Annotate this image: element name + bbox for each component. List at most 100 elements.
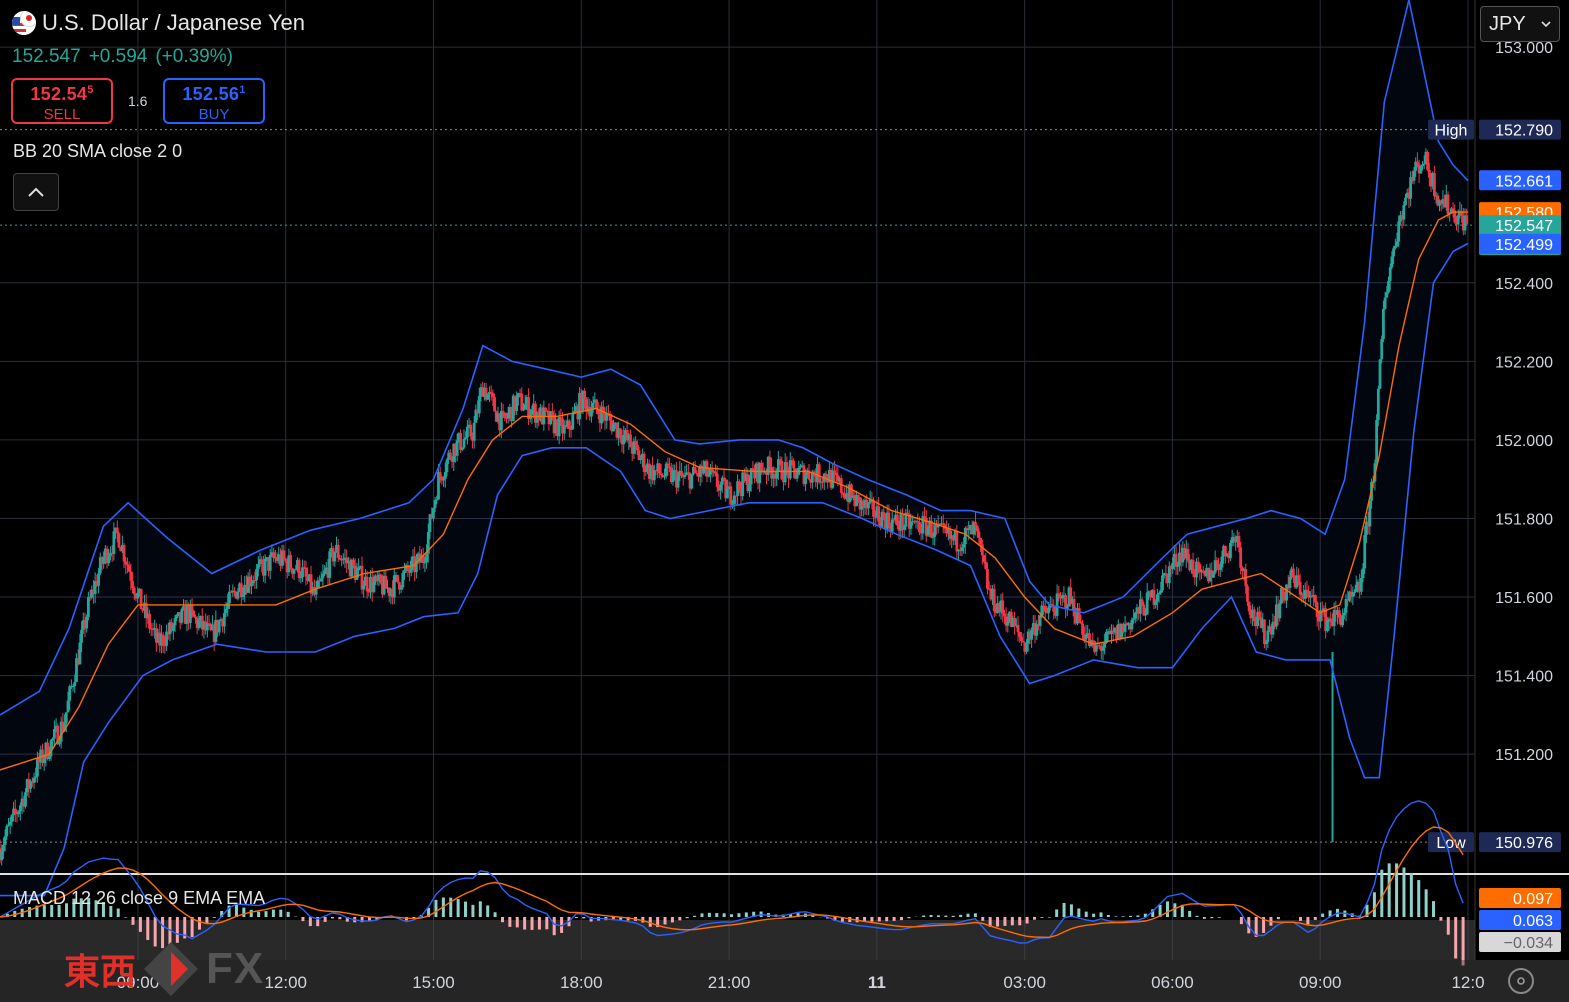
candle-body (671, 470, 675, 482)
candle-body (68, 686, 72, 701)
collapse-indicators-button[interactable] (13, 173, 59, 211)
candle-body (323, 570, 327, 574)
candle-body (1412, 170, 1416, 181)
candle-body (639, 458, 643, 460)
candle-body (714, 471, 717, 474)
candle-body (10, 815, 14, 822)
candle-body (841, 492, 845, 495)
candle-body (1230, 537, 1234, 544)
candle-body (1176, 565, 1180, 567)
y-tick-label: 151.600 (1495, 590, 1553, 607)
candle-body (236, 591, 240, 599)
candle-body (722, 477, 726, 480)
candle-body (515, 397, 519, 412)
candle-body (86, 597, 90, 617)
candle-body (384, 575, 388, 589)
currency-selector[interactable]: JPY (1480, 6, 1560, 42)
candle-body (1337, 610, 1341, 618)
candle-body (319, 578, 323, 582)
watermark-logo: 東西 FX (64, 938, 264, 1000)
candle-body (1378, 359, 1382, 389)
candle-body (1314, 594, 1317, 603)
candle-body (80, 629, 83, 643)
buy-price: 152.56 (182, 84, 240, 104)
candle-body (1387, 280, 1390, 293)
candle-body (1171, 563, 1175, 569)
symbol-name: U.S. Dollar / Japanese Yen (42, 10, 305, 35)
candle-body (520, 393, 524, 411)
candle-body (1145, 592, 1149, 615)
candle-body (1351, 592, 1355, 597)
candle-body (132, 588, 136, 595)
candle-body (1239, 547, 1243, 568)
candle-body (778, 459, 782, 461)
sell-label: SELL (43, 106, 81, 123)
candle-body (921, 516, 925, 534)
candle-body (472, 422, 476, 441)
candle-body (1043, 605, 1047, 612)
candle-body (1456, 215, 1460, 225)
candle-body (1081, 623, 1085, 635)
candle-body (941, 523, 945, 525)
candle-body (595, 399, 598, 410)
candle-body (464, 437, 468, 439)
candle-body (173, 618, 177, 626)
candle-body (1375, 419, 1379, 464)
candle-body (1397, 221, 1401, 242)
candle-body (1446, 194, 1450, 215)
candle-body (268, 554, 272, 571)
candle-body (634, 441, 638, 445)
candle-body (1252, 609, 1256, 622)
chart-canvas[interactable]: 151.200 151.400 151.600 151.800 152.000 152.2… (0, 0, 1569, 1002)
candle-body (222, 613, 226, 627)
price-label-bb_lower: 152.499 (1479, 233, 1561, 254)
candle-body (0, 851, 4, 861)
candle-body (241, 594, 245, 598)
candle-body (423, 562, 427, 564)
y-axis-labels: 151.200 151.400 151.600 151.800 152.000 152.2… (1495, 40, 1553, 764)
candle-body (732, 495, 736, 504)
candle-body (161, 634, 165, 646)
price-label-tag: High (1435, 123, 1468, 140)
sell-button[interactable]: 152.545 SELL (11, 78, 113, 124)
candle-body (693, 467, 697, 473)
candle-body (612, 424, 615, 432)
gear-icon[interactable] (1508, 968, 1534, 994)
candle-body (872, 500, 875, 517)
candle-body (148, 613, 151, 629)
candle-body (1084, 634, 1088, 640)
price-label-value: 152.790 (1495, 123, 1553, 140)
x-tick-label: 11 (868, 973, 886, 992)
candle-body (34, 776, 38, 778)
candle-body (1016, 624, 1020, 633)
candle-body (1130, 619, 1134, 630)
candle-body (1220, 556, 1224, 568)
candle-body (867, 502, 870, 509)
candle-body (1101, 647, 1105, 651)
candle-body (7, 824, 10, 827)
macd-indicator-label[interactable]: MACD 12 26 close 9 EMA EMA (13, 888, 265, 909)
candle-body (1266, 630, 1270, 643)
candle-body (399, 587, 403, 590)
diamond-logo-icon (144, 942, 199, 996)
buy-button[interactable]: 152.561 BUY (163, 78, 265, 124)
candle-body (618, 428, 622, 439)
candle-body (906, 512, 909, 515)
candle-body (58, 741, 61, 745)
candle-body (8, 821, 12, 825)
candle-body (895, 514, 899, 526)
chevron-down-icon (1541, 21, 1551, 28)
candle-body (301, 567, 304, 578)
candle-body (1144, 614, 1147, 616)
candle-body (171, 625, 175, 631)
spread-value: 1.6 (128, 93, 148, 109)
candle-body (1382, 308, 1385, 340)
bb-indicator-label[interactable]: BB 20 SMA close 2 0 (13, 141, 182, 162)
candle-body (635, 444, 639, 451)
candle-body (804, 475, 807, 485)
candle-body (459, 432, 462, 450)
candle-body (341, 558, 345, 561)
candle-body (975, 525, 979, 532)
currency-value: JPY (1489, 12, 1526, 35)
chevron-up-icon (28, 187, 44, 197)
